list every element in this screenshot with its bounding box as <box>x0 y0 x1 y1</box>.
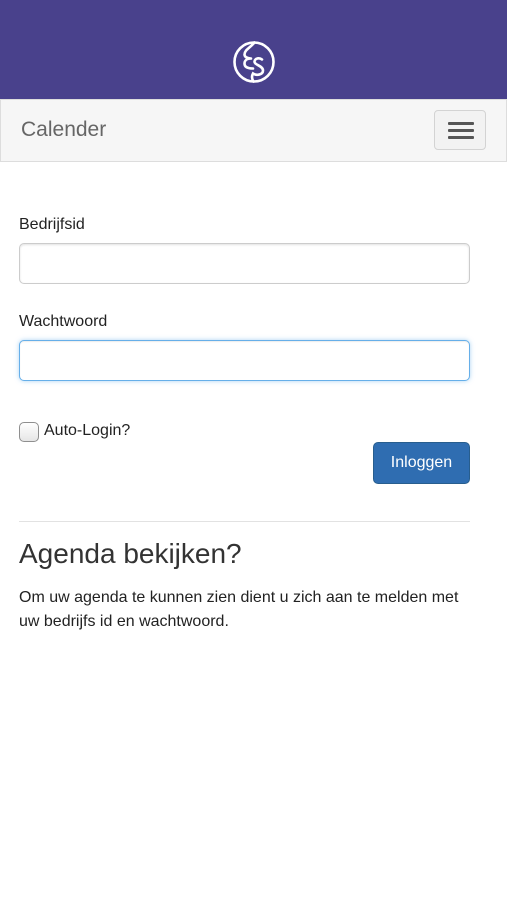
password-label: Wachtwoord <box>19 313 108 330</box>
navbar-brand[interactable]: Calender <box>21 118 106 142</box>
hamburger-menu-icon <box>448 122 474 125</box>
menu-toggle-button[interactable] <box>434 110 486 150</box>
es-logo-icon <box>233 41 275 83</box>
info-text: Om uw agenda te kunnen zien dient u zich… <box>19 589 459 630</box>
login-button[interactable]: Inloggen <box>373 442 470 484</box>
app-header <box>0 0 507 99</box>
hamburger-menu-icon-bar <box>448 136 474 139</box>
info-heading: Agenda bekijken? <box>19 538 242 569</box>
divider <box>19 521 470 522</box>
navbar: Calender <box>0 99 507 162</box>
company-id-label: Bedrijfsid <box>19 216 85 233</box>
password-input[interactable] <box>19 340 470 381</box>
company-id-input[interactable] <box>19 243 470 284</box>
auto-login-label[interactable]: Auto-Login? <box>44 422 130 440</box>
auto-login-checkbox[interactable] <box>19 422 39 442</box>
hamburger-menu-icon-bar <box>448 129 474 132</box>
